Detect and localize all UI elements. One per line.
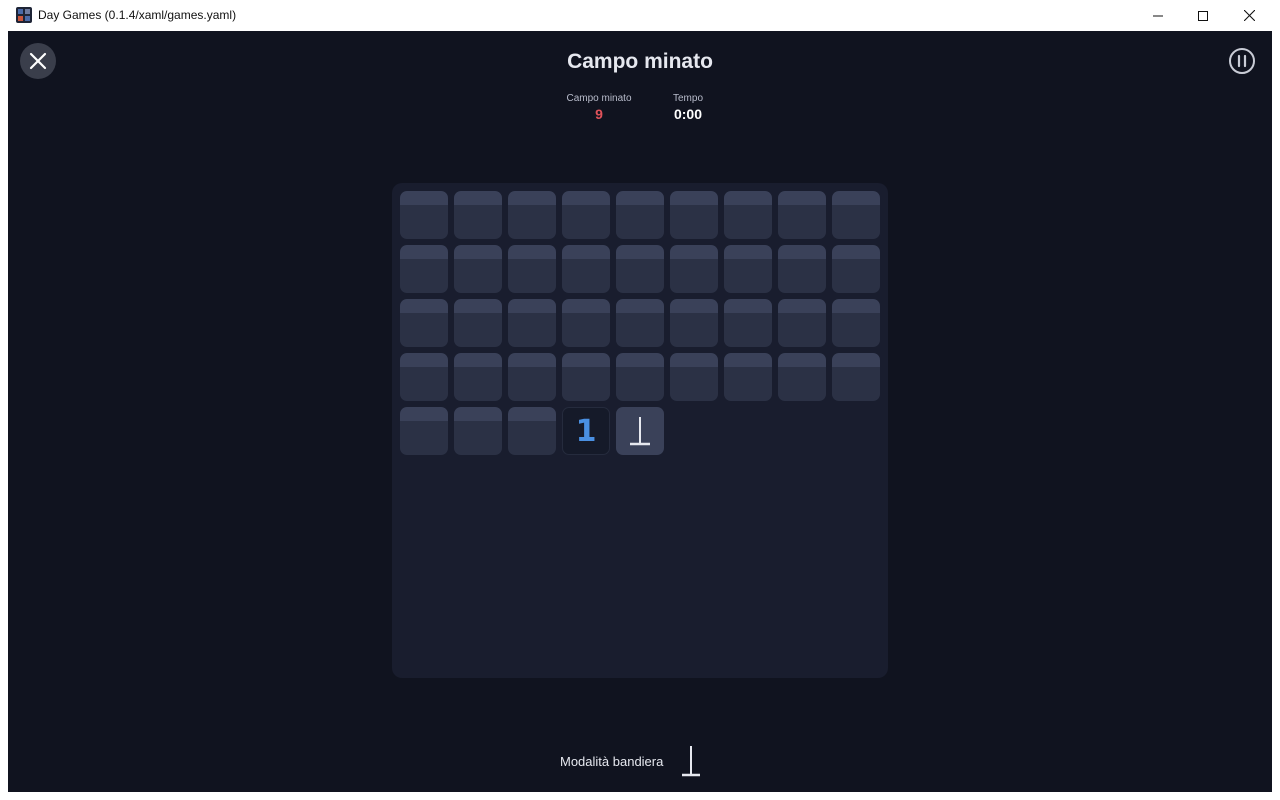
hidden-cell[interactable]	[670, 353, 718, 401]
mines-counter: Campo minato 9	[560, 93, 638, 122]
flagged-cell[interactable]	[616, 407, 664, 455]
page-title: Campo minato	[567, 50, 713, 73]
app-icon	[16, 7, 32, 23]
hidden-cell[interactable]	[832, 299, 880, 347]
hidden-cell[interactable]	[508, 299, 556, 347]
hidden-cell[interactable]	[400, 353, 448, 401]
hidden-cell[interactable]	[454, 299, 502, 347]
flag-icon	[630, 417, 650, 446]
pause-icon	[1229, 48, 1255, 74]
time-value: 0:00	[673, 106, 703, 122]
hidden-cell[interactable]	[778, 299, 826, 347]
hidden-cell[interactable]	[724, 191, 772, 239]
window-maximize-button[interactable]	[1180, 0, 1226, 31]
hidden-cell[interactable]	[724, 245, 772, 293]
hidden-cell[interactable]	[454, 407, 502, 455]
hidden-cell[interactable]	[616, 353, 664, 401]
minefield-board: 1	[392, 183, 888, 678]
hidden-cell[interactable]	[400, 407, 448, 455]
hidden-cell[interactable]	[670, 191, 718, 239]
hidden-cell[interactable]	[832, 353, 880, 401]
hidden-cell[interactable]	[778, 191, 826, 239]
hidden-cell[interactable]	[562, 299, 610, 347]
window-minimize-button[interactable]	[1135, 0, 1181, 31]
flag-mode-label: Modalità bandiera	[560, 753, 664, 769]
timer: Tempo 0:00	[660, 93, 716, 122]
window-titlebar: Day Games (0.1.4/xaml/games.yaml)	[0, 0, 1280, 31]
hidden-cell[interactable]	[724, 299, 772, 347]
hidden-cell[interactable]	[778, 353, 826, 401]
mines-label: Campo minato	[566, 93, 632, 104]
pause-button[interactable]	[1228, 47, 1256, 75]
flag-icon	[682, 746, 701, 777]
hidden-cell[interactable]	[832, 191, 880, 239]
hidden-cell[interactable]	[562, 245, 610, 293]
window-title: Day Games (0.1.4/xaml/games.yaml)	[38, 8, 237, 22]
hidden-cell[interactable]	[508, 191, 556, 239]
hidden-cell[interactable]	[616, 299, 664, 347]
window-close-button[interactable]	[1226, 0, 1272, 31]
revealed-cell[interactable]: 1	[562, 407, 610, 455]
hidden-cell[interactable]	[400, 299, 448, 347]
hidden-cell[interactable]	[832, 245, 880, 293]
cell-number: 1	[575, 413, 597, 449]
hidden-cell[interactable]	[508, 407, 556, 455]
hidden-cell[interactable]	[454, 245, 502, 293]
hidden-cell[interactable]	[562, 353, 610, 401]
hidden-cell[interactable]	[508, 245, 556, 293]
maximize-icon	[1198, 10, 1208, 21]
time-label: Tempo	[672, 93, 703, 104]
mines-value: 9	[595, 106, 603, 122]
hidden-cell[interactable]	[562, 191, 610, 239]
hidden-cell[interactable]	[724, 353, 772, 401]
hidden-cell[interactable]	[670, 245, 718, 293]
hidden-cell[interactable]	[778, 245, 826, 293]
hidden-cell[interactable]	[508, 353, 556, 401]
hidden-cell[interactable]	[454, 353, 502, 401]
flag-mode-toggle[interactable]: Modalità bandiera	[560, 743, 701, 779]
hidden-cell[interactable]	[400, 245, 448, 293]
game-screen: Campo minato Campo minato 9 Tempo 0:00 1…	[8, 31, 1272, 792]
hidden-cell[interactable]	[616, 245, 664, 293]
hidden-cell[interactable]	[616, 191, 664, 239]
hidden-cell[interactable]	[400, 191, 448, 239]
hidden-cell[interactable]	[454, 191, 502, 239]
minimize-icon	[1153, 15, 1163, 16]
hidden-cell[interactable]	[670, 299, 718, 347]
close-icon	[1243, 10, 1255, 21]
